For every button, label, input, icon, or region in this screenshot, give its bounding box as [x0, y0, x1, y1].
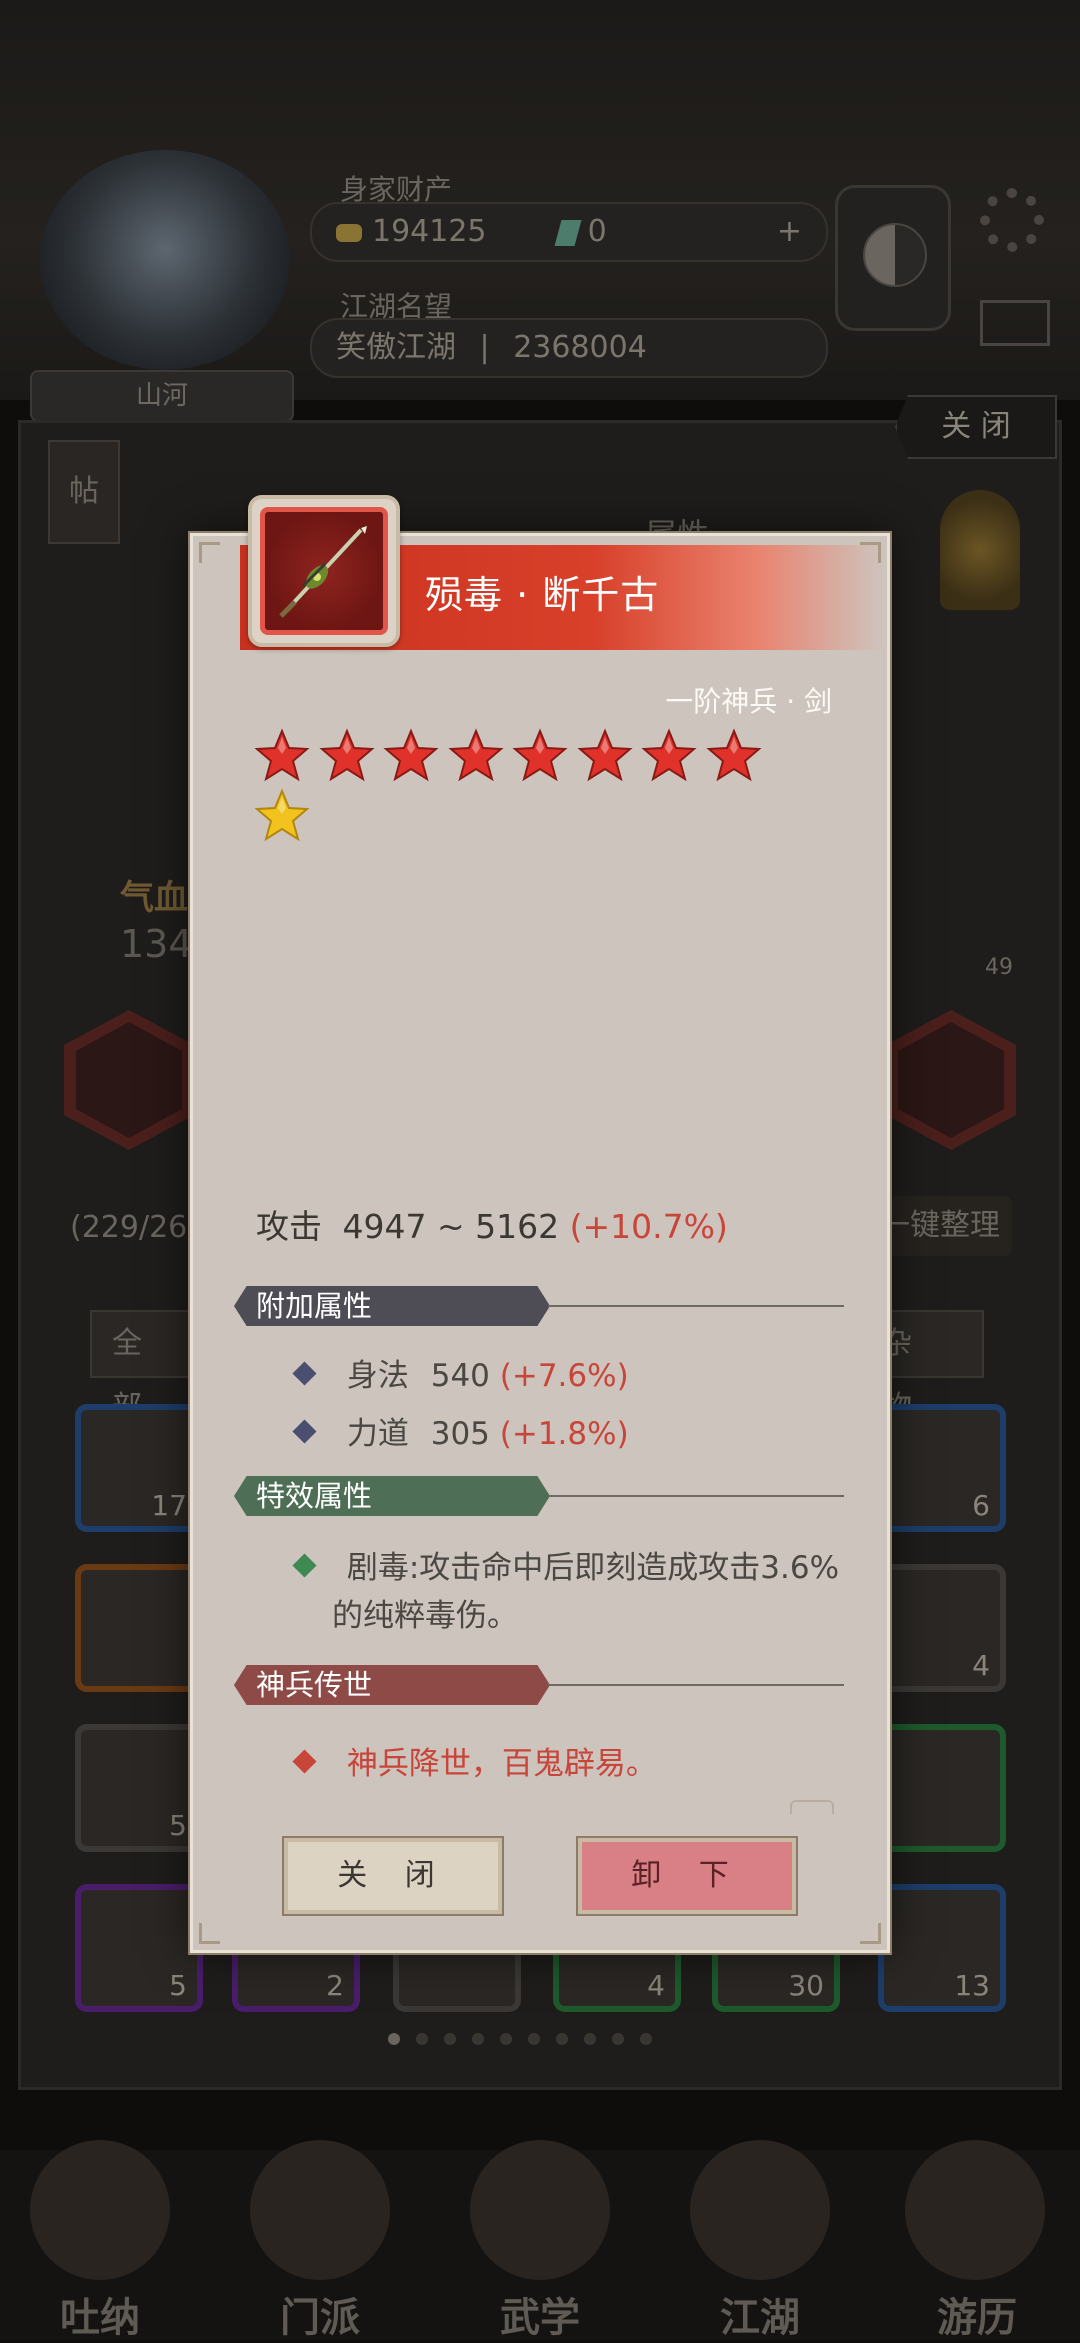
- red-star-icon: [383, 728, 439, 782]
- item-name: 殒毒 · 断千古: [425, 573, 660, 617]
- coin-icon: [336, 223, 362, 242]
- bag-slot[interactable]: 13: [878, 1884, 1006, 2012]
- page-indicator: [388, 2030, 698, 2045]
- diamond-icon: [292, 1553, 317, 1578]
- red-star-icon: [641, 728, 697, 782]
- gear-icon[interactable]: [980, 188, 1044, 252]
- nav-icon: [30, 2140, 170, 2280]
- mail-icon[interactable]: [980, 300, 1050, 346]
- nav-tuna[interactable]: 吐纳: [15, 2285, 185, 2343]
- hp-label: 气血: [120, 878, 188, 918]
- red-star-icon: [447, 728, 504, 782]
- currency-bar: 194125 0 +: [310, 202, 828, 262]
- nav-menpai[interactable]: 门派: [235, 2285, 405, 2343]
- bag-slot[interactable]: 6: [878, 1404, 1006, 1532]
- legend-line: 神兵降世，百鬼辟易。: [292, 1738, 657, 1783]
- nav-jianghu[interactable]: 江湖: [675, 2285, 845, 2343]
- fame-value: 2368004: [513, 330, 647, 365]
- bag-slot[interactable]: 4: [878, 1564, 1006, 1692]
- red-star-icon: [318, 728, 375, 782]
- add-currency-button[interactable]: +: [777, 204, 802, 260]
- yinyang-icon: [863, 223, 927, 287]
- close-button[interactable]: 关 闭: [282, 1836, 504, 1916]
- sort-button[interactable]: 一键整理: [880, 1196, 1012, 1256]
- divider: [548, 1495, 844, 1497]
- legend-header: 神兵传世: [234, 1665, 550, 1705]
- dagger-icon: [279, 526, 367, 618]
- star-rating: [254, 728, 834, 842]
- divider: [548, 1305, 844, 1307]
- bag-slot[interactable]: 5: [75, 1724, 203, 1852]
- item-grade: 一阶神兵 · 剑: [665, 685, 832, 718]
- nav-icon: [690, 2140, 830, 2280]
- nav-icon: [905, 2140, 1045, 2280]
- fame-name: 笑傲江湖: [336, 330, 456, 365]
- tab-misc[interactable]: 杂 物: [880, 1310, 984, 1425]
- attack-value: 4947 ~ 5162: [342, 1207, 560, 1246]
- special-attr-line: 的纯粹毒伤。: [332, 1598, 518, 1634]
- attack-label: 攻击: [256, 1207, 322, 1246]
- coin-count: 194125: [372, 214, 487, 249]
- red-star-icon: [705, 728, 762, 782]
- gem-icon: [554, 219, 582, 246]
- divider: [548, 1684, 844, 1686]
- special-attr-line: 剧毒:攻击命中后即刻造成攻击3.6%: [292, 1542, 839, 1587]
- bag-slot[interactable]: 5: [75, 1884, 203, 2012]
- diamond-icon: [292, 1749, 317, 1774]
- gem-count: 0: [587, 214, 607, 249]
- gold-star-icon: [254, 788, 310, 842]
- red-star-icon: [254, 728, 310, 782]
- red-star-icon: [512, 728, 568, 782]
- scroll-indicator: [790, 1800, 834, 1814]
- attack-percent: (+10.7%): [569, 1207, 728, 1246]
- diamond-icon: [292, 1361, 317, 1386]
- player-avatar[interactable]: [40, 150, 290, 370]
- bag-slot[interactable]: 17: [75, 1404, 203, 1532]
- nav-wuxue[interactable]: 武学: [455, 2285, 625, 2343]
- fame-separator: |: [479, 330, 490, 365]
- bag-count: (229/26: [70, 1210, 188, 1245]
- nav-icon: [470, 2140, 610, 2280]
- red-star-icon: [576, 728, 633, 782]
- bag-slot[interactable]: [878, 1724, 1006, 1852]
- taiji-button[interactable]: [835, 185, 951, 331]
- page-hint: 49: [985, 955, 1013, 980]
- extra-attr-row: 身法 540 (+7.6%): [292, 1350, 629, 1395]
- nav-icon: [250, 2140, 390, 2280]
- item-icon-frame: [248, 495, 400, 647]
- extra-attr-header: 附加属性: [234, 1286, 550, 1326]
- hp-value: 134: [120, 922, 193, 966]
- extra-attr-row: 力道 305 (+1.8%): [292, 1408, 629, 1453]
- special-attr-header: 特效属性: [234, 1476, 550, 1516]
- charm-icon[interactable]: [940, 490, 1020, 610]
- attack-stat: 攻击 4947 ~ 5162 (+10.7%): [256, 1200, 728, 1248]
- diamond-icon: [292, 1419, 317, 1444]
- unequip-button[interactable]: 卸 下: [576, 1836, 798, 1916]
- close-panel-button[interactable]: 关 闭: [895, 395, 1057, 459]
- player-name: 山河: [30, 370, 294, 422]
- nav-youli[interactable]: 游历: [892, 2285, 1062, 2343]
- post-tag-button[interactable]: 帖: [48, 440, 120, 544]
- fame-bar: 笑傲江湖 | 2368004: [310, 318, 828, 378]
- bag-slot[interactable]: [75, 1564, 203, 1692]
